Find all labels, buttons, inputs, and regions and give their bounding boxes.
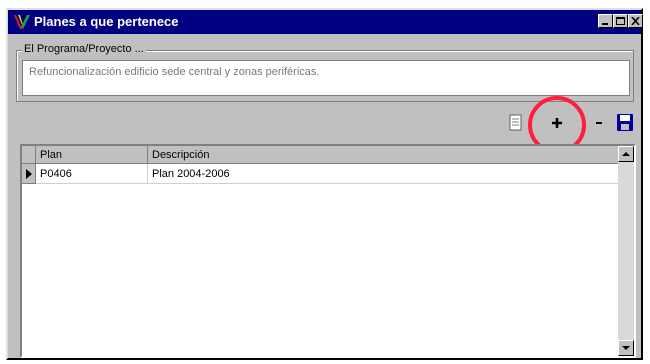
row-pointer-icon <box>26 169 32 179</box>
window-title: Planes a que pertenece <box>34 14 179 29</box>
app-logo-icon <box>14 15 30 29</box>
arrow-up-icon <box>622 152 630 156</box>
maximize-icon <box>616 17 625 25</box>
program-field[interactable]: Refuncionalización edificio sede central… <box>22 60 630 96</box>
plans-grid[interactable]: Plan Descripción P0406 Plan 2004-2006 <box>20 144 636 358</box>
scroll-up-button[interactable] <box>618 146 634 162</box>
table-row[interactable]: P0406 Plan 2004-2006 <box>22 164 620 184</box>
close-button[interactable] <box>628 14 643 28</box>
remove-button[interactable] <box>586 110 612 136</box>
save-icon <box>617 114 633 131</box>
cell-plan[interactable]: P0406 <box>36 164 148 184</box>
header-indicator <box>22 146 36 164</box>
title-bar[interactable]: Planes a que pertenece <box>8 10 643 34</box>
arrow-down-icon <box>622 346 630 350</box>
remove-icon <box>596 122 602 124</box>
document-button[interactable] <box>502 110 528 136</box>
document-icon <box>509 114 522 131</box>
column-header-descripcion[interactable]: Descripción <box>148 146 620 164</box>
planes-window: Planes a que pertenece El Programa/Proye… <box>6 8 643 360</box>
vertical-scrollbar[interactable] <box>618 146 634 356</box>
maximize-button[interactable] <box>613 14 628 28</box>
add-button[interactable] <box>544 110 570 136</box>
program-label: El Programa/Proyecto ... <box>22 43 146 55</box>
row-indicator <box>22 164 36 184</box>
grid-header: Plan Descripción <box>22 146 620 164</box>
minimize-icon <box>602 23 608 25</box>
close-icon <box>631 17 640 25</box>
column-header-plan[interactable]: Plan <box>36 146 148 164</box>
minimize-button[interactable] <box>598 14 613 28</box>
cell-descripcion[interactable]: Plan 2004-2006 <box>148 164 620 184</box>
add-icon <box>552 118 562 128</box>
scroll-down-button[interactable] <box>618 340 634 356</box>
save-button[interactable] <box>612 110 638 136</box>
